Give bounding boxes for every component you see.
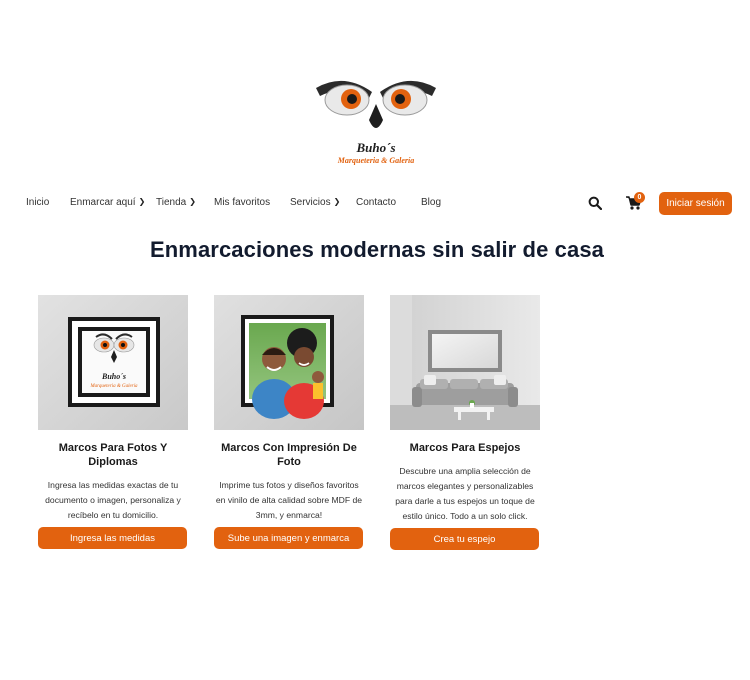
chevron-down-icon: ❯ (189, 197, 196, 206)
crea-espejo-button[interactable]: Crea tu espejo (390, 528, 539, 550)
card-description: Ingresa las medidas exactas de tu docume… (45, 480, 181, 520)
nav-item-inicio[interactable]: Inicio (26, 197, 49, 208)
living-room-mirror-image[interactable] (390, 295, 540, 430)
search-icon[interactable] (588, 196, 602, 210)
chevron-down-icon: ❯ (333, 197, 341, 206)
nav-item-contacto[interactable]: Contacto (356, 197, 396, 208)
ingresa-medidas-button[interactable]: Ingresa las medidas (38, 527, 187, 549)
product-card-impresion-foto: Marcos Con Impresión De Foto Imprime tus… (214, 295, 364, 549)
nav-item-label: Inicio (26, 197, 50, 208)
logo-text-primary: Buho´s (355, 140, 395, 155)
nav-item-label: Mis favoritos (214, 197, 271, 208)
owl-logo-icon: Buho´s Marqueteria & Galería (316, 80, 436, 165)
nav-item-tienda[interactable]: Tienda ❯ (156, 197, 196, 208)
nav-item-label: Tienda (156, 197, 187, 208)
framed-logo-text-secondary: Marqueteria & Galería (89, 384, 138, 389)
card-description: Descubre una amplia selección de marcos … (395, 466, 535, 521)
product-card-fotos-diplomas: Buho´s Marqueteria & Galería Marcos Para… (38, 295, 188, 549)
site-logo[interactable]: Buho´s Marqueteria & Galería (314, 70, 438, 170)
card-title: Marcos Con Impresión De Foto (221, 442, 357, 468)
nav-item-enmarcar[interactable]: Enmarcar aquí ❯ (70, 197, 145, 208)
product-card-espejos: Marcos Para Espejos Descubre una amplia … (390, 295, 540, 550)
nav-item-label: Enmarcar aquí (70, 197, 136, 208)
nav-item-blog[interactable]: Blog (421, 197, 441, 208)
logo-text-secondary: Marqueteria & Galería (337, 156, 414, 165)
nav-item-label: Servicios (290, 197, 331, 208)
nav-item-favoritos[interactable]: Mis favoritos (214, 197, 270, 208)
card-title: Marcos Para Espejos (409, 442, 521, 454)
framed-logo-image[interactable]: Buho´s Marqueteria & Galería (38, 295, 188, 430)
chevron-down-icon: ❯ (138, 197, 146, 206)
card-title: Marcos Para Fotos Y Diplomas (58, 442, 168, 468)
page-title: Enmarcaciones modernas sin salir de casa (149, 237, 604, 262)
cart-count-badge: 0 (634, 192, 645, 203)
nav-item-label: Contacto (356, 197, 397, 208)
main-navigation: Inicio Enmarcar aquí ❯ Tienda ❯ Mis favo… (0, 191, 750, 217)
nav-item-label: Blog (421, 197, 442, 208)
card-description: Imprime tus fotos y diseños favoritos en… (215, 480, 363, 520)
framed-logo-text-primary: Buho´s (101, 372, 126, 381)
login-button[interactable]: Iniciar sesión (659, 192, 732, 215)
nav-item-servicios[interactable]: Servicios ❯ (290, 197, 340, 208)
sube-imagen-button[interactable]: Sube una imagen y enmarca (214, 527, 363, 549)
framed-family-photo-image[interactable] (214, 295, 364, 430)
